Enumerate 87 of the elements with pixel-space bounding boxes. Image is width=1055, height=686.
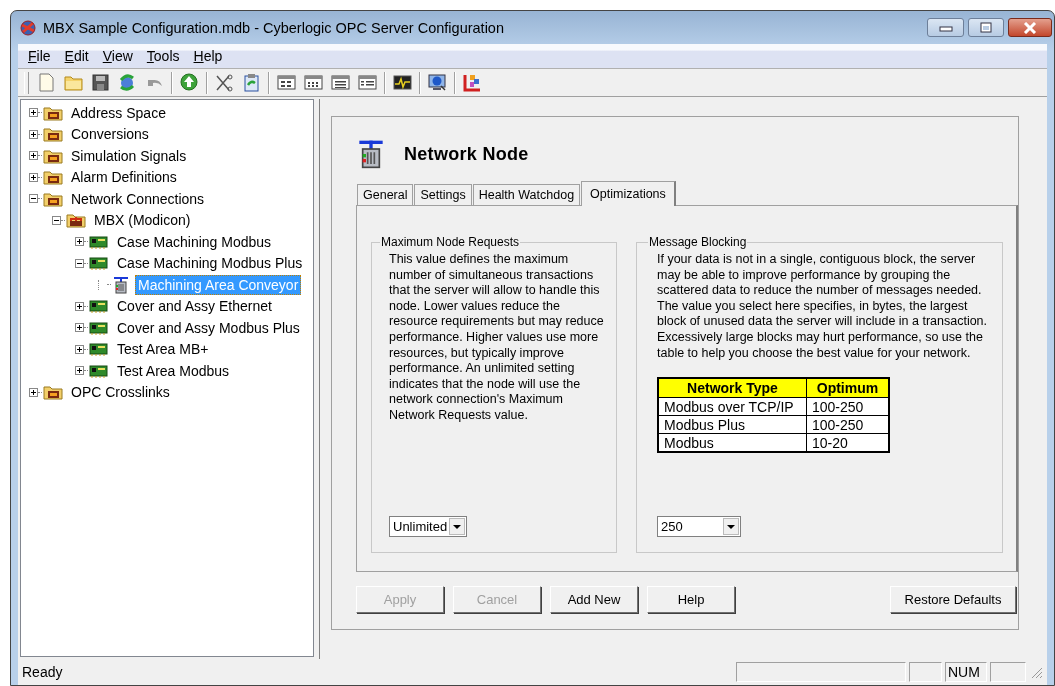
network-node-icon [112,275,130,294]
status-panel [990,662,1026,682]
close-button[interactable] [1008,18,1052,37]
clipboard-icon[interactable] [241,72,262,93]
network-card-icon [89,233,109,250]
list-icon[interactable] [357,72,378,93]
menu-item[interactable]: Help [187,48,231,64]
panel-title: Network Node [404,143,529,165]
waveform-icon[interactable] [392,72,413,93]
chart-icon[interactable] [462,72,483,93]
folder-icon [43,384,63,401]
tree-item[interactable]: Simulation Signals [68,145,190,166]
status-text: Ready [22,664,64,680]
network-card-icon [89,341,109,358]
list-icon[interactable] [330,72,351,93]
folder-icon [43,104,63,121]
expand-icon[interactable] [75,323,84,333]
collapse-icon[interactable] [52,215,61,225]
folder-icon [43,169,63,186]
grid-icon[interactable] [303,72,324,93]
network-card-icon [89,319,109,336]
network-card-icon [89,298,109,315]
group-title: Message Blocking [649,235,747,249]
tab[interactable]: Settings [414,184,472,205]
dropdown[interactable]: 250 [657,516,741,537]
network-node-icon [356,139,386,169]
app-icon [19,18,37,37]
menu-item[interactable]: Edit [58,48,97,64]
folder-icon [43,126,63,143]
push-button[interactable]: Add New [550,586,638,613]
expand-icon[interactable] [29,172,38,182]
tree-item[interactable]: MBX (Modicon) [91,210,194,231]
description: If your data is not in a single, contiguous block, the server may be able to improve performance by grouping the scattered data to reduce the number of messages needed. The value you select here specifies, in bytes, the largest block of unused data the server will include in a transaction. Excessively large blocks may hurt performance, so use the table to help you choose the best value for your network. [657,252,989,362]
tree-item[interactable]: Conversions [68,124,152,145]
tree-item[interactable]: Case Machining Modbus [114,231,275,252]
tab[interactable]: Health Watchdog [472,184,581,205]
window-title: MBX Sample Configuration.mdb - Cyberlogic OPC Server Configuration [43,19,505,36]
minimize-button[interactable] [927,18,964,37]
expand-icon[interactable] [75,301,84,311]
minimize-icon [938,23,953,32]
tree-item[interactable]: Test Area Modbus [114,360,233,381]
resize-grip-icon[interactable] [1029,665,1043,679]
tree-item[interactable]: Cover and Assy Modbus Plus [114,317,303,338]
menu-item[interactable]: File [22,48,59,64]
tab[interactable]: General [357,184,414,205]
menu-item[interactable]: Tools [140,48,188,64]
close-icon [1023,21,1037,34]
column-header: Network Type [658,378,807,398]
tree-item[interactable]: Alarm Definitions [68,167,180,188]
description: This value defines the maximum number of simultaneous transactions that the server will allow to handle this node. Lower values reduce the resource requirements but may reduce performance. Higher values use more resources, but typically improve performance. An unlimited setting indicates that the node will use the network connection's Maximum Network Requests value. [389,252,605,424]
caret-icon[interactable] [723,518,739,535]
maximize-button[interactable] [968,18,1004,37]
expand-icon[interactable] [29,151,38,161]
collapse-icon[interactable] [75,258,84,268]
tree-item[interactable]: Case Machining Modbus Plus [114,253,306,274]
monitor-icon[interactable] [427,72,448,93]
menu-item[interactable]: View [96,48,141,64]
maximize-icon [980,22,992,33]
network-icon [66,212,86,229]
scissors-icon[interactable] [214,72,235,93]
tab[interactable]: Optimizations [581,181,676,206]
tree-item[interactable]: Cover and Assy Ethernet [114,296,275,317]
folder-icon [43,190,63,207]
num-lock-indicator: NUM [945,662,987,682]
expand-icon[interactable] [75,237,84,247]
expand-icon[interactable] [29,108,38,118]
save-icon[interactable] [90,72,111,93]
tree-item[interactable]: OPC Crosslinks [68,382,173,403]
folder-icon [43,147,63,164]
caret-icon[interactable] [449,518,465,535]
network-card-icon [89,362,109,379]
expand-icon[interactable] [29,387,38,397]
push-button[interactable]: Restore Defaults [890,586,1016,613]
tree-item[interactable]: Network Connections [68,188,208,209]
dropdown[interactable]: Unlimited [389,516,467,537]
grid-icon[interactable] [276,72,297,93]
tree-item[interactable]: Test Area MB+ [114,339,212,360]
status-panel [909,662,942,682]
network-card-icon [89,255,109,272]
expand-icon[interactable] [75,366,84,376]
column-header: Optimum [806,378,889,398]
push-button[interactable]: Help [647,586,735,613]
expand-icon[interactable] [29,129,38,139]
group-title: Maximum Node Requests [381,235,520,249]
expand-icon[interactable] [75,344,84,354]
collapse-icon[interactable] [29,194,38,204]
tree-item[interactable]: Address Space [68,102,169,123]
